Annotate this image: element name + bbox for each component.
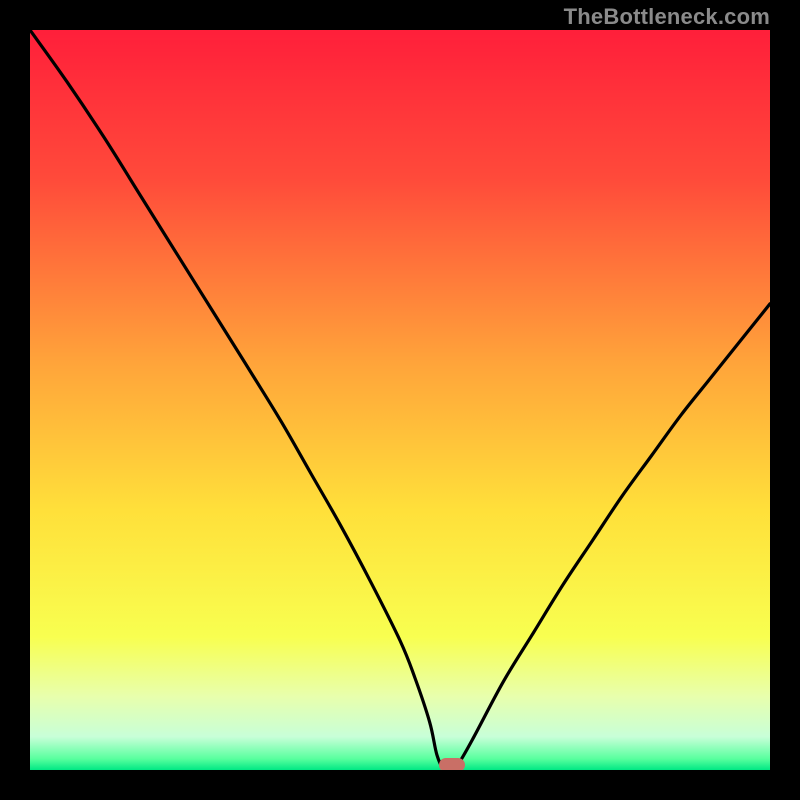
plot-area [30,30,770,770]
chart-frame: TheBottleneck.com [0,0,800,800]
watermark-text: TheBottleneck.com [564,4,770,30]
heat-gradient-background [30,30,770,770]
